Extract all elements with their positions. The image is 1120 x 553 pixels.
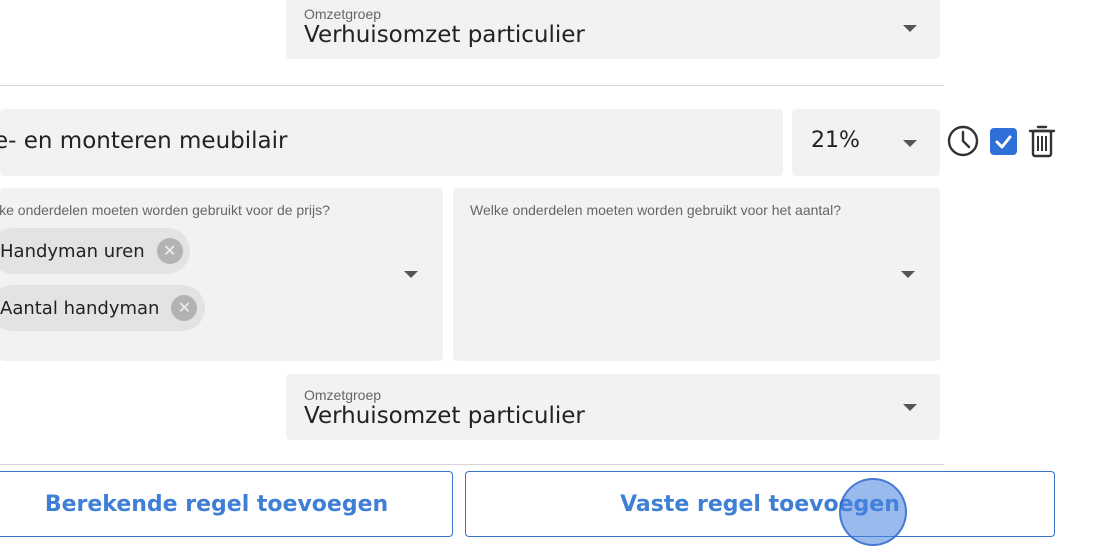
line-description-value: e- en monteren meubilair — [0, 128, 288, 154]
line-description-input[interactable]: e- en monteren meubilair — [0, 109, 783, 176]
add-calculated-line-button[interactable]: Berekende regel toevoegen — [0, 471, 453, 537]
divider-top — [0, 85, 944, 86]
top-revenue-group-select[interactable]: Omzetgroep Verhuisomzet particulier — [286, 0, 940, 59]
chevron-down-icon — [901, 271, 915, 278]
checkmark-icon — [995, 135, 1012, 149]
divider-bottom — [0, 464, 944, 465]
chip-handyman-uren: Handyman uren ✕ — [0, 228, 190, 274]
close-icon[interactable]: ✕ — [156, 238, 183, 264]
close-icon[interactable]: ✕ — [171, 295, 198, 321]
clock-icon[interactable] — [946, 124, 980, 158]
chevron-down-icon — [903, 404, 917, 411]
bottom-revenue-group-select[interactable]: Omzetgroep Verhuisomzet particulier — [286, 374, 940, 440]
chevron-down-icon — [903, 25, 917, 32]
add-calculated-line-label: Berekende regel toevoegen — [44, 491, 389, 517]
trash-icon[interactable] — [1027, 123, 1057, 159]
quantity-parts-label: Welke onderdelen moeten worden gebruikt … — [470, 202, 841, 218]
click-cursor-indicator — [839, 478, 907, 546]
chip-aantal-handyman: Aantal handyman ✕ — [0, 285, 205, 331]
price-parts-select[interactable]: lke onderdelen moeten worden gebruikt vo… — [0, 188, 443, 361]
add-fixed-line-button[interactable]: Vaste regel toevoegen — [465, 471, 1055, 537]
top-revenue-group-label: Omzetgroep — [304, 6, 382, 22]
bottom-revenue-group-label: Omzetgroep — [304, 387, 382, 403]
quantity-parts-select[interactable]: Welke onderdelen moeten worden gebruikt … — [453, 188, 940, 361]
chevron-down-icon — [404, 271, 418, 278]
chevron-down-icon — [903, 140, 917, 147]
line-enabled-checkbox[interactable] — [990, 128, 1017, 155]
bottom-revenue-group-value: Verhuisomzet particulier — [304, 403, 585, 429]
vat-value: 21% — [811, 128, 860, 153]
price-parts-label: lke onderdelen moeten worden gebruikt vo… — [0, 202, 330, 218]
top-revenue-group-value: Verhuisomzet particulier — [304, 22, 585, 48]
vat-select[interactable]: 21% — [792, 109, 940, 176]
chip-label: Handyman uren — [0, 240, 145, 262]
chip-label: Aantal handyman — [0, 297, 160, 319]
